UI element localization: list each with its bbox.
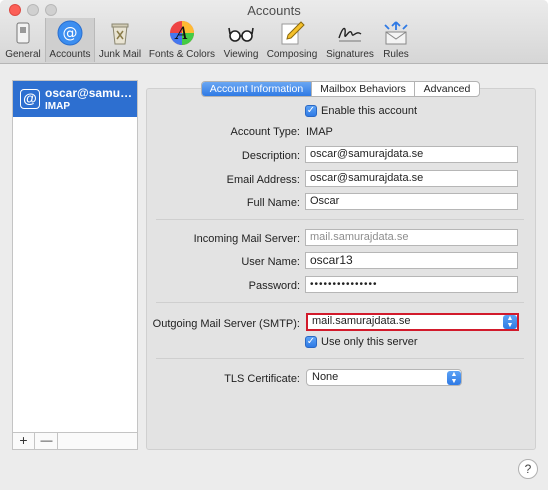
full-name-field[interactable]: Oscar [305,193,518,210]
tab-advanced[interactable]: Advanced [415,82,479,96]
description-label: Description: [241,150,300,162]
general-switch-icon [16,22,30,44]
rules-envelope-icon [384,21,408,45]
toolbar-signatures[interactable]: Signatures [323,18,377,62]
user-name-label: User Name: [241,256,300,268]
section-divider [156,219,524,220]
outgoing-server-popup[interactable]: mail.samurajdata.se [306,313,519,331]
account-type-label: Account Type: [230,126,300,138]
toolbar-composing[interactable]: Composing [264,18,320,62]
incoming-server-label: Incoming Mail Server: [193,233,300,245]
accounts-list[interactable]: @ oscar@samur… IMAP [12,80,138,449]
full-name-label: Full Name: [246,197,300,209]
add-account-button[interactable]: + [13,433,35,449]
outgoing-server-value: mail.samurajdata.se [312,315,411,327]
tab-mailbox-behaviors[interactable]: Mailbox Behaviors [312,82,415,96]
tab-bar: Account Information Mailbox Behaviors Ad… [201,81,480,97]
enable-account-checkbox[interactable]: ✓ [305,105,317,117]
svg-text:@: @ [63,24,78,42]
toolbar-general[interactable]: General [3,18,43,62]
sidebar-controls: + — [12,432,138,450]
accounts-window: Accounts General @ Accounts Junk Mail A … [0,0,548,490]
tls-certificate-label: TLS Certificate: [224,373,300,385]
account-details-panel [146,88,536,450]
tab-account-information[interactable]: Account Information [202,82,312,96]
tls-certificate-popup[interactable]: None [306,369,462,386]
svg-text:A: A [174,24,188,44]
password-field[interactable]: ••••••••••••••• [305,276,518,293]
account-name: oscar@samur… [45,86,135,100]
window-title: Accounts [247,3,301,18]
chevron-updown-icon[interactable]: ▲ ▼ [447,371,461,385]
email-address-label: Email Address: [226,174,300,186]
account-row-oscar[interactable]: @ oscar@samur… IMAP [13,81,137,117]
junk-trash-icon [111,23,129,45]
toolbar-rules[interactable]: Rules [380,18,412,62]
description-field[interactable]: oscar@samurajdata.se [305,146,518,163]
signature-icon [338,27,362,42]
password-label: Password: [248,280,300,292]
fonts-colors-icon: A [170,21,194,45]
toolbar-junk-mail[interactable]: Junk Mail [97,18,143,62]
at-sign-icon: @ [57,20,83,46]
remove-account-button[interactable]: — [36,433,58,449]
account-type-label: IMAP [45,101,70,112]
tls-certificate-value: None [312,371,339,383]
section-divider [156,302,524,303]
use-only-server-checkbox[interactable]: ✓ [305,336,317,348]
titlebar: Accounts General @ Accounts Junk Mail A … [0,0,548,64]
use-only-server-label: Use only this server [321,336,418,348]
section-divider [156,358,524,359]
enable-account-label: Enable this account [321,105,418,117]
glasses-icon [228,27,254,42]
incoming-server-field[interactable]: mail.samurajdata.se [305,229,518,246]
chevron-updown-icon[interactable]: ▲ ▼ [503,315,517,329]
toolbar-accounts[interactable]: @ Accounts [45,18,95,62]
help-button[interactable]: ? [518,459,538,479]
toolbar-fonts-colors[interactable]: A Fonts & Colors [146,18,218,62]
account-type-value: IMAP [306,126,333,138]
outgoing-server-label: Outgoing Mail Server (SMTP): [152,318,300,330]
user-name-field[interactable]: oscar13 [305,252,518,269]
toolbar-viewing[interactable]: Viewing [221,18,261,62]
email-address-field[interactable]: oscar@samurajdata.se [305,170,518,187]
pencil-icon [281,21,305,45]
at-sign-icon: @ [20,89,40,109]
